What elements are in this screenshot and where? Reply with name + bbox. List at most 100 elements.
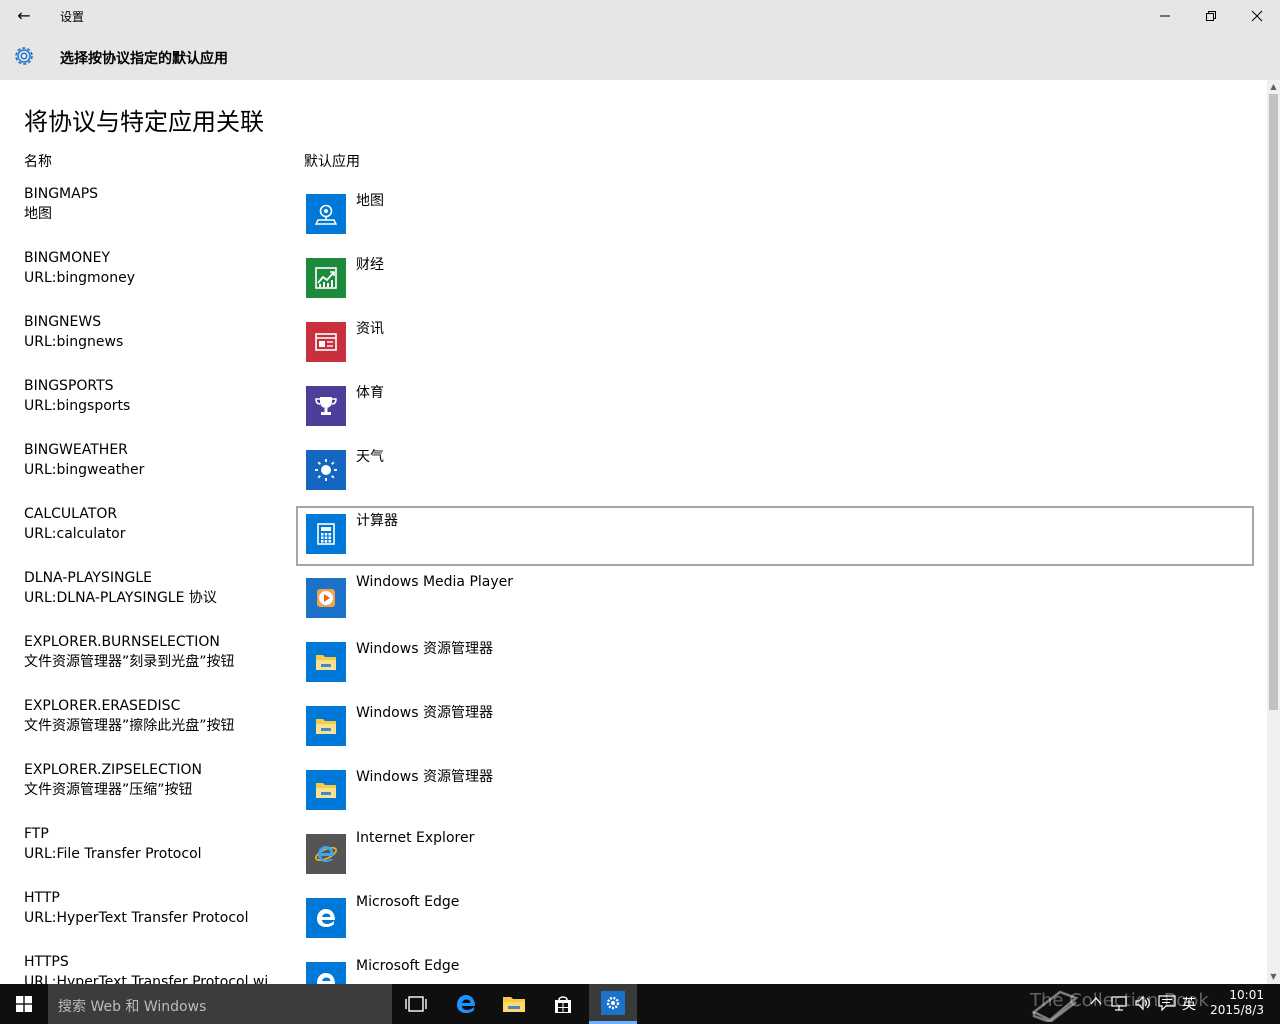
default-app-button[interactable]: 资讯: [296, 314, 1254, 374]
folder-icon: [306, 770, 346, 810]
taskbar-store[interactable]: [539, 984, 587, 1024]
volume-button[interactable]: [1134, 995, 1152, 1015]
default-app-name: Windows Media Player: [356, 574, 514, 590]
taskbar-file-explorer[interactable]: [490, 984, 538, 1024]
protocol-id: FTP: [24, 826, 49, 842]
folder-icon: [306, 642, 346, 682]
protocol-description: 文件资源管理器”刻录到光盘”按钮: [24, 654, 235, 670]
store-icon: [555, 996, 571, 1013]
default-app-name: 资讯: [356, 321, 384, 337]
taskbar-search-box[interactable]: 搜索 Web 和 Windows: [48, 984, 392, 1024]
default-app-button[interactable]: Windows Media Player: [296, 570, 1254, 630]
task-view-icon: [405, 996, 427, 1012]
protocol-row: BINGWEATHER URL:bingweather 天气: [0, 440, 1267, 504]
settings-header: 选择按协议指定的默认应用: [0, 32, 1280, 80]
vertical-scrollbar[interactable]: ▲ ▼: [1267, 80, 1280, 984]
gear-icon: [15, 47, 33, 65]
close-icon: [1251, 10, 1263, 22]
ie-icon: [306, 834, 346, 874]
default-app-button[interactable]: Windows 资源管理器: [296, 762, 1254, 822]
protocol-id: DLNA-PLAYSINGLE: [24, 570, 152, 586]
protocol-description: URL:bingsports: [24, 398, 131, 414]
taskbar-settings[interactable]: [589, 984, 637, 1024]
protocol-name: HTTPS URL:HyperText Transfer Protocol wi: [24, 952, 268, 984]
default-app-name: Internet Explorer: [356, 830, 475, 846]
protocol-name: FTP URL:File Transfer Protocol: [24, 824, 202, 864]
default-app-name: 地图: [356, 193, 384, 209]
protocol-description: 文件资源管理器”擦除此光盘”按钮: [24, 718, 235, 734]
taskbar-clock[interactable]: 10:01 2015/8/3: [1210, 988, 1264, 1018]
protocol-name: BINGMONEY URL:bingmoney: [24, 248, 135, 288]
default-app-button[interactable]: Windows 资源管理器: [296, 634, 1254, 694]
scrollbar-thumb[interactable]: [1269, 94, 1278, 710]
protocol-id: EXPLORER.ERASEDISC: [24, 698, 181, 714]
default-app-button[interactable]: Microsoft Edge: [296, 954, 1254, 984]
protocol-name: BINGNEWS URL:bingnews: [24, 312, 123, 352]
sun-icon: [306, 450, 346, 490]
minimize-icon: [1160, 15, 1170, 17]
default-app-button[interactable]: 体育: [296, 378, 1254, 438]
restore-icon: [1206, 11, 1216, 21]
protocol-description: URL:bingmoney: [24, 270, 136, 286]
maps-icon: [306, 194, 346, 234]
default-app-name: Windows 资源管理器: [356, 769, 493, 785]
content-area: 将协议与特定应用关联 名称 默认应用 BINGMAPS 地图 地图 BINGMONEY…: [0, 80, 1267, 984]
default-app-button[interactable]: Microsoft Edge: [296, 890, 1254, 950]
notification-icon: [1158, 995, 1176, 1012]
network-button[interactable]: [1110, 995, 1128, 1015]
calculator-icon: [306, 514, 346, 554]
default-app-button[interactable]: 计算器: [296, 506, 1254, 566]
protocol-row: DLNA-PLAYSINGLE URL:DLNA-PLAYSINGLE 协议 Win…: [0, 568, 1267, 632]
protocol-name: BINGSPORTS URL:bingsports: [24, 376, 130, 416]
default-app-button[interactable]: 天气: [296, 442, 1254, 502]
edge-icon: [306, 962, 346, 984]
default-app-name: Windows 资源管理器: [356, 705, 493, 721]
protocol-row: EXPLORER.BURNSELECTION 文件资源管理器”刻录到光盘”按钮 Wi…: [0, 632, 1267, 696]
column-header-name: 名称: [24, 154, 52, 170]
protocol-row: HTTPS URL:HyperText Transfer Protocol wi M…: [0, 952, 1267, 984]
task-view-button[interactable]: [392, 984, 440, 1024]
default-app-name: Microsoft Edge: [356, 958, 460, 974]
close-button[interactable]: [1234, 0, 1280, 32]
default-app-button[interactable]: 财经: [296, 250, 1254, 310]
edge-icon: [306, 898, 346, 938]
news-icon: [306, 322, 346, 362]
protocol-row: BINGSPORTS URL:bingsports 体育: [0, 376, 1267, 440]
protocol-id: HTTPS: [24, 954, 69, 970]
protocol-description: URL:bingnews: [24, 334, 124, 350]
protocol-name: BINGMAPS 地图: [24, 184, 98, 224]
scroll-down-arrow[interactable]: ▼: [1267, 970, 1280, 984]
scroll-up-arrow[interactable]: ▲: [1267, 80, 1280, 94]
input-method-indicator[interactable]: 英: [1182, 994, 1196, 1014]
title-bar: ← 设置: [0, 0, 1280, 32]
protocol-row: EXPLORER.ERASEDISC 文件资源管理器”擦除此光盘”按钮 Window…: [0, 696, 1267, 760]
show-hidden-icons-chevron[interactable]: [1090, 995, 1102, 1011]
protocol-row: BINGNEWS URL:bingnews 资讯: [0, 312, 1267, 376]
taskbar-edge[interactable]: [442, 984, 490, 1024]
network-icon: [1111, 996, 1127, 1011]
folder-icon: [306, 706, 346, 746]
protocol-row: EXPLORER.ZIPSELECTION 文件资源管理器”压缩”按钮 Window…: [0, 760, 1267, 824]
header-title: 选择按协议指定的默认应用: [60, 51, 228, 67]
default-app-button[interactable]: 地图: [296, 186, 1254, 246]
action-center-button[interactable]: [1158, 995, 1176, 1015]
protocol-row: FTP URL:File Transfer Protocol Internet Ex…: [0, 824, 1267, 888]
protocol-id: EXPLORER.ZIPSELECTION: [24, 762, 202, 778]
money-icon: [306, 258, 346, 298]
protocol-description: URL:bingweather: [24, 462, 145, 478]
protocol-row: BINGMAPS 地图 地图: [0, 184, 1267, 248]
restore-button[interactable]: [1188, 0, 1234, 32]
taskbar: 搜索 Web 和 Windows The Collection Book 英 1…: [0, 984, 1280, 1024]
column-header-app: 默认应用: [304, 154, 360, 170]
minimize-button[interactable]: [1142, 0, 1188, 32]
settings-tile-icon: [601, 990, 625, 1015]
start-button[interactable]: [0, 984, 48, 1024]
default-app-button[interactable]: Internet Explorer: [296, 826, 1254, 886]
protocol-name: EXPLORER.BURNSELECTION 文件资源管理器”刻录到光盘”按钮: [24, 632, 235, 672]
protocol-id: BINGSPORTS: [24, 378, 114, 394]
page-title: 将协议与特定应用关联: [24, 108, 264, 136]
default-app-name: Microsoft Edge: [356, 894, 460, 910]
back-button[interactable]: ←: [12, 6, 36, 26]
protocol-id: BINGWEATHER: [24, 442, 128, 458]
default-app-button[interactable]: Windows 资源管理器: [296, 698, 1254, 758]
